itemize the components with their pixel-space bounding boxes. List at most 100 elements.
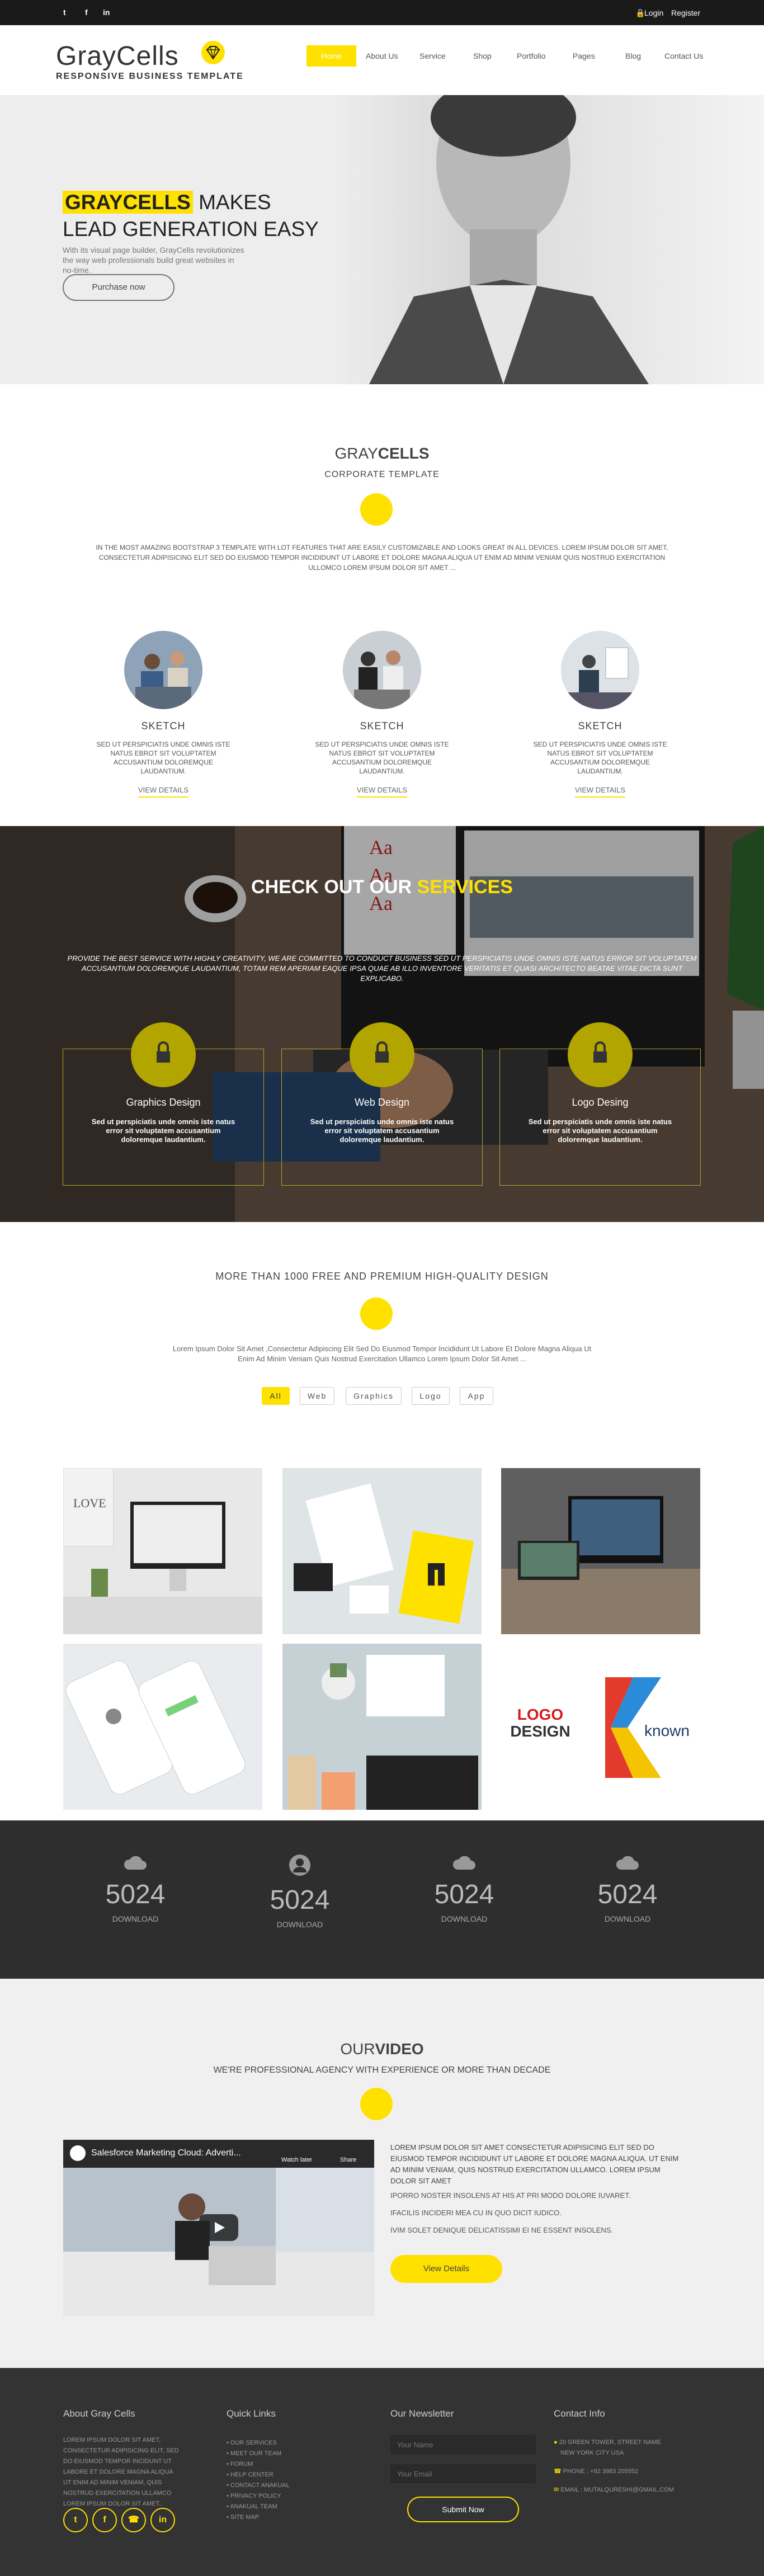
watch-later-button[interactable]: Watch later xyxy=(281,2157,312,2163)
footer-link[interactable]: • ANAKUAL TEAM xyxy=(227,2502,338,2512)
stat-item: 5024 DOWNLOAD xyxy=(79,1854,191,1923)
corporate-title-b: CELLS xyxy=(378,445,430,462)
facebook-icon[interactable]: f xyxy=(92,2508,117,2532)
portfolio-item[interactable] xyxy=(282,1468,482,1634)
contact-email[interactable]: EMAIL : MUTALQURESHI@GMAIL.COM xyxy=(560,2487,673,2493)
user-icon xyxy=(244,1854,356,1879)
nav-blog[interactable]: Blog xyxy=(617,45,649,67)
service-text: Sed ut perspiciatis unde omnis iste natu… xyxy=(310,1117,454,1144)
view-details-button[interactable]: View Details xyxy=(390,2255,502,2283)
corporate-title-a: GRAY xyxy=(334,445,378,462)
newsletter-email-input[interactable] xyxy=(390,2464,536,2483)
portfolio-text: Lorem Ipsum Dolor Sit Amet ,Consectetur … xyxy=(172,1344,592,1363)
submit-now-button[interactable]: Submit Now xyxy=(407,2497,519,2522)
feature-text: SED UT PERSPICIATIS UNDE OMNIS ISTE NATU… xyxy=(533,740,667,775)
footer-contact-title: Contact Info xyxy=(554,2408,605,2419)
filter-graphics[interactable]: Graphics xyxy=(346,1387,402,1405)
team-image xyxy=(124,631,202,709)
portfolio-item[interactable] xyxy=(282,1644,482,1810)
stat-number: 5024 xyxy=(105,1880,166,1909)
service-text: Sed ut perspiciatis unde omnis iste natu… xyxy=(91,1117,235,1144)
mail-icon: ✉ xyxy=(554,2487,559,2493)
nav-service[interactable]: Service xyxy=(412,45,454,67)
portfolio-item[interactable] xyxy=(63,1644,262,1810)
team-image xyxy=(561,631,639,709)
share-button[interactable]: Share xyxy=(340,2157,356,2163)
portfolio-item[interactable]: LOVE xyxy=(63,1468,262,1634)
login-link[interactable]: Login xyxy=(644,8,663,17)
logo-text[interactable]: GrayCells xyxy=(56,41,179,72)
nav-shop[interactable]: Shop xyxy=(465,45,499,67)
linkedin-icon[interactable]: in xyxy=(150,2508,175,2532)
footer-about-text: LOREM IPSUM DOLOR SIT AMET, CONSECTETUR … xyxy=(63,2437,179,2507)
footer-links: • OUR SERVICES • MEET OUR TEAM • FORUM •… xyxy=(227,2438,338,2523)
list-item: IFACILIS INCIDERI MEA CU IN QUO DICIT IU… xyxy=(390,2209,562,2217)
portfolio-title: MORE THAN 1000 FREE AND PREMIUM HIGH-QUA… xyxy=(215,1271,549,1282)
nav-portfolio[interactable]: Portfolio xyxy=(509,45,553,67)
stat-label: DOWNLOAD xyxy=(276,1920,323,1929)
video-title: OURVIDEO xyxy=(0,2040,764,2058)
stat-number: 5024 xyxy=(597,1880,658,1909)
filter-all[interactable]: All xyxy=(262,1387,290,1405)
services-text: PROVIDE THE BEST SERVICE WITH HIGHLY CRE… xyxy=(67,954,697,983)
footer-contact-info: ● 20 GREEN TOWER, STREET NAME NEW YORK C… xyxy=(554,2437,688,2495)
video-subtitle: WE'RE PROFESSIONAL AGENCY WITH EXPERIENC… xyxy=(213,2065,551,2075)
site-footer: About Gray Cells LOREM IPSUM DOLOR SIT A… xyxy=(0,2368,764,2576)
newsletter-name-input[interactable] xyxy=(390,2435,536,2454)
feature-text: SED UT PERSPICIATIS UNDE OMNIS ISTE NATU… xyxy=(315,740,449,775)
twitter-icon[interactable]: t xyxy=(63,8,66,17)
register-link[interactable]: Register xyxy=(671,8,700,17)
nav-pages[interactable]: Pages xyxy=(565,45,603,67)
corporate-subtitle: CORPORATE TEMPLATE xyxy=(324,470,440,479)
feature-title: SKETCH xyxy=(578,720,622,732)
footer-link[interactable]: • MEET OUR TEAM xyxy=(227,2448,338,2459)
phone-icon[interactable]: ☎ xyxy=(121,2508,146,2532)
footer-link[interactable]: • SITE MAP xyxy=(227,2512,338,2523)
logo-design-text: LOGO DESIGN xyxy=(507,1706,574,1740)
footer-about-title: About Gray Cells xyxy=(63,2408,135,2419)
location-icon: ● xyxy=(554,2439,558,2446)
stat-item: 5024 DOWNLOAD xyxy=(408,1854,520,1923)
cloud-icon xyxy=(572,1854,683,1874)
play-button[interactable] xyxy=(199,2214,238,2241)
nav-home[interactable]: Home xyxy=(306,45,357,67)
stat-number: 5024 xyxy=(434,1880,494,1909)
footer-link[interactable]: • HELP CENTER xyxy=(227,2470,338,2480)
video-title-b: VIDEO xyxy=(375,2040,424,2058)
video-player-title[interactable]: Salesforce Marketing Cloud: Adverti... xyxy=(91,2148,241,2158)
services-section: Aa Aa Aa CHECK OUT OUR SERVICES PROVIDE … xyxy=(0,826,764,1222)
linkedin-icon[interactable]: in xyxy=(103,8,110,17)
purchase-now-button[interactable]: Purchase now xyxy=(63,274,175,301)
feature-text: SED UT PERSPICIATIS UNDE OMNIS ISTE NATU… xyxy=(96,740,230,775)
video-player[interactable]: Salesforce Marketing Cloud: Adverti... W… xyxy=(63,2140,374,2316)
portfolio-item[interactable]: LOGO DESIGN known xyxy=(501,1644,700,1810)
feature-title: SKETCH xyxy=(360,720,404,732)
footer-link[interactable]: • FORUM xyxy=(227,2459,338,2470)
services-title-b: SERVICES xyxy=(417,876,513,898)
service-title: Web Design xyxy=(355,1097,409,1108)
nav-about-us[interactable]: About Us xyxy=(358,45,406,67)
view-details-link[interactable]: VIEW DETAILS xyxy=(574,786,626,798)
service-card: Web Design Sed ut perspiciatis unde omni… xyxy=(281,1022,483,1186)
filter-app[interactable]: App xyxy=(460,1387,493,1405)
filter-web[interactable]: Web xyxy=(300,1387,334,1405)
feature-title: SKETCH xyxy=(141,720,186,732)
video-feature-list: IPORRO NOSTER INSOLENS AT HIS AT PRI MOD… xyxy=(390,2191,681,2243)
yellow-accent-dot xyxy=(360,2088,393,2120)
footer-link[interactable]: • PRIVACY POLICY xyxy=(227,2491,338,2502)
facebook-icon[interactable]: f xyxy=(85,8,88,17)
portfolio-item[interactable] xyxy=(501,1468,700,1634)
service-card: Graphics Design Sed ut perspiciatis unde… xyxy=(63,1022,264,1186)
footer-link[interactable]: • OUR SERVICES xyxy=(227,2438,338,2448)
filter-logo[interactable]: Logo xyxy=(412,1387,450,1405)
footer-link[interactable]: • CONTACT ANAKUAL xyxy=(227,2480,338,2491)
view-details-link[interactable]: VIEW DETAILS xyxy=(138,786,189,798)
nav-contact-us[interactable]: Contact Us xyxy=(657,45,711,67)
site-header: GrayCells RESPONSIVE BUSINESS TEMPLATE H… xyxy=(0,25,764,95)
view-details-link[interactable]: VIEW DETAILS xyxy=(356,786,408,798)
channel-avatar[interactable] xyxy=(70,2145,86,2161)
team-image xyxy=(343,631,421,709)
twitter-icon[interactable]: t xyxy=(63,2508,88,2532)
diamond-icon xyxy=(201,41,225,64)
address-line-2: NEW YORK CITY USA xyxy=(560,2450,624,2456)
